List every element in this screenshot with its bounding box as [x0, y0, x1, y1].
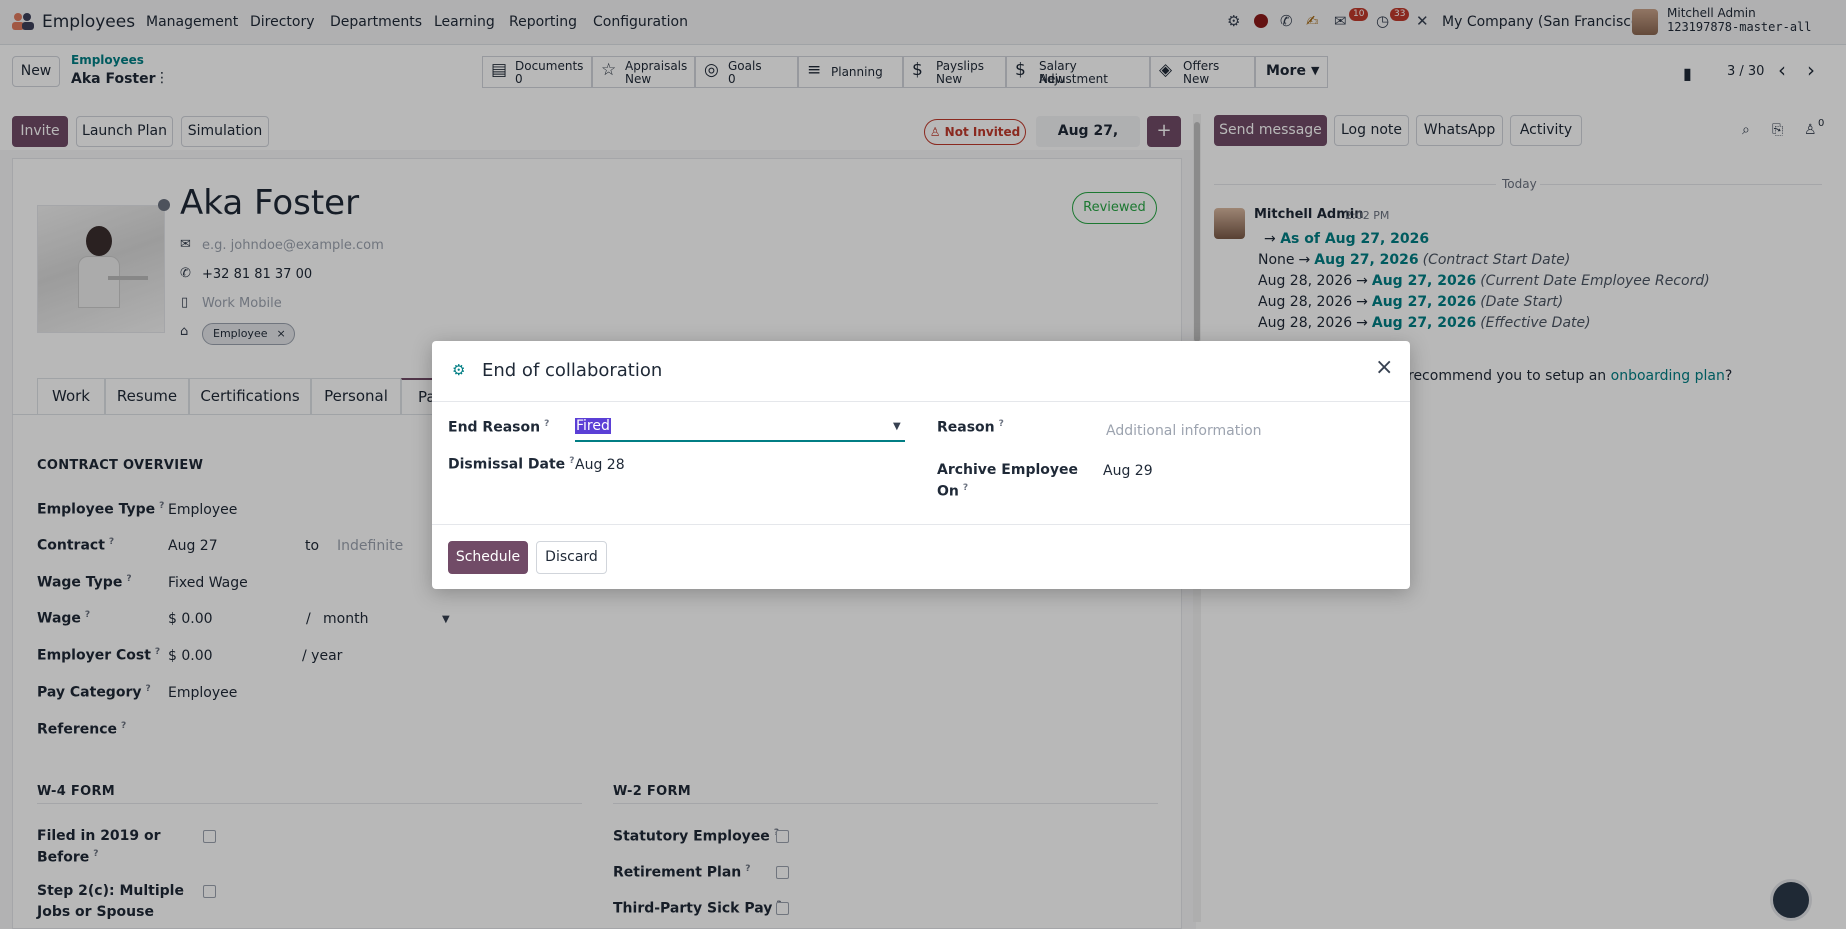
end-reason-label: End Reason? — [448, 419, 550, 436]
dropdown-caret-icon[interactable]: ▼ — [893, 421, 901, 432]
dialog-footer: Schedule Discard — [432, 524, 1410, 589]
dismissal-date-field[interactable]: Aug 28 — [575, 457, 625, 473]
archive-employee-label: Archive Employee — [937, 462, 1079, 478]
gear-icon: ⚙ — [452, 361, 466, 379]
end-reason-value: Fired — [575, 418, 611, 434]
reason-label: Reason? — [937, 419, 1004, 436]
end-reason-select[interactable]: Fired ▼ — [575, 416, 905, 442]
archive-date-field[interactable]: Aug 29 — [1103, 463, 1153, 479]
reason-field[interactable]: Additional information — [1106, 423, 1262, 439]
discard-button[interactable]: Discard — [536, 541, 607, 574]
end-collaboration-dialog: ⚙ End of collaboration × End Reason? Fir… — [432, 341, 1410, 589]
dismissal-date-label: Dismissal Date? — [448, 456, 575, 473]
schedule-button[interactable]: Schedule — [448, 541, 528, 574]
dialog-title: End of collaboration — [482, 360, 663, 381]
dialog-header: ⚙ End of collaboration × — [432, 341, 1410, 402]
close-icon[interactable]: × — [1375, 355, 1393, 380]
archive-employee-label-line2: On? — [937, 483, 969, 500]
